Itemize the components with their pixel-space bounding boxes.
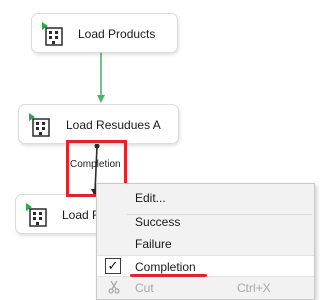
menu-item-cut[interactable]: Cut Ctrl+X — [97, 277, 314, 299]
data-flow-task-icon — [29, 113, 50, 137]
data-flow-task-icon — [42, 22, 63, 46]
checkmark-icon: ✓ — [105, 258, 121, 274]
menu-item-failure[interactable]: Failure — [97, 233, 314, 255]
success-connector[interactable] — [97, 53, 105, 103]
task-load-resudues-a[interactable]: Load Resudues A — [18, 104, 179, 144]
connector-context-menu: Edit... Success Failure ✓ Completion Cut… — [96, 183, 315, 300]
scissors-icon — [108, 280, 120, 294]
data-flow-task-icon — [26, 203, 47, 227]
completion-underline — [130, 274, 207, 277]
menu-item-edit[interactable]: Edit... — [97, 187, 314, 209]
control-flow-canvas[interactable]: Load Products Load Resudues A Load Re Co… — [0, 0, 315, 300]
menu-item-success[interactable]: Success — [97, 211, 314, 233]
task-label: Load Products — [78, 27, 156, 41]
task-label: Load Resudues A — [66, 118, 161, 132]
task-load-products[interactable]: Load Products — [31, 13, 178, 53]
